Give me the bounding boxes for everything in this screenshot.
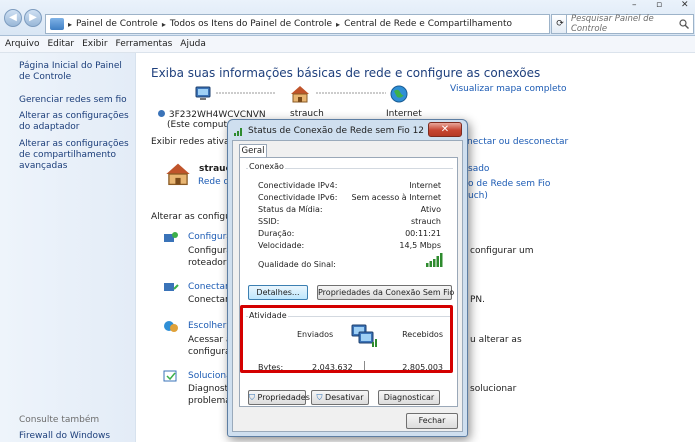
dialog-title: Status de Conexão de Rede sem Fio 12 — [248, 126, 425, 136]
network-house-icon — [166, 163, 190, 186]
address-field[interactable]: ▸ Painel de Controle ▸ Todos os Itens do… — [45, 14, 550, 34]
page-title: Exiba suas informações básicas de rede e… — [151, 66, 541, 80]
task-sharing-right: u alterar as — [470, 335, 522, 345]
disable-button[interactable]: ⛉ Desativar — [311, 390, 369, 405]
sidebar: Página Inicial do Painel de Controle Ger… — [0, 53, 136, 442]
wireless-connection-link[interactable]: o de Rede sem Fio — [468, 179, 550, 189]
internet-globe-icon — [390, 85, 408, 103]
properties-button[interactable]: ⛉ Propriedades — [248, 390, 310, 405]
ipv4-label: Conectividade IPv4: — [258, 181, 338, 190]
speed-label: Velocidade: — [258, 241, 305, 250]
dialog-body: Geral Conexão Conectividade IPv4: Intern… — [232, 140, 463, 432]
sidebar-link-firewall[interactable]: Firewall do Windows — [19, 431, 134, 442]
media-status-label: Status da Mídia: — [258, 205, 323, 214]
troubleshoot-icon — [163, 370, 177, 382]
menu-exibir[interactable]: Exibir — [82, 39, 107, 49]
menu-ferramentas[interactable]: Ferramentas — [116, 39, 173, 49]
ipv6-label: Conectividade IPv6: — [258, 193, 338, 202]
search-icon — [679, 19, 689, 29]
menu-bar: Arquivo Editar Exibir Ferramentas Ajuda — [0, 36, 695, 53]
active-networks-heading: Exibir redes ativas — [151, 137, 235, 147]
task-setup-right: configurar um — [470, 246, 534, 256]
ssid-fragment[interactable]: uch) — [468, 191, 488, 201]
activity-highlight-box — [240, 305, 453, 373]
dialog-title-bar: Status de Conexão de Rede sem Fio 12 — [234, 122, 424, 140]
maximize-icon[interactable]: ▫ — [656, 0, 662, 12]
menu-editar[interactable]: Editar — [47, 39, 74, 49]
network-label: strauch — [290, 109, 324, 119]
minimize-icon[interactable]: – — [632, 0, 637, 12]
search-input[interactable]: Pesquisar Painel de Controle — [571, 14, 679, 34]
back-button[interactable]: ◀ — [4, 9, 22, 27]
home-network-icon — [291, 86, 309, 103]
control-panel-icon — [50, 18, 64, 30]
shield-icon: ⛉ — [316, 393, 323, 402]
connection-line — [216, 92, 276, 94]
breadcrumb-central[interactable]: Central de Rede e Compartilhamento — [344, 19, 512, 29]
forward-button[interactable]: ▶ — [24, 9, 42, 27]
duration-value: 00:11:21 — [405, 229, 441, 238]
sidebar-link-wireless[interactable]: Gerenciar redes sem fio — [19, 95, 134, 106]
signal-quality-label: Qualidade do Sinal: — [258, 260, 336, 269]
task-connect-right: PN. — [470, 295, 486, 305]
speed-value: 14,5 Mbps — [399, 241, 441, 250]
connect-network-icon — [164, 283, 179, 291]
access-fragment[interactable]: sado — [468, 164, 489, 174]
internet-label: Internet — [386, 109, 422, 119]
menu-arquivo[interactable]: Arquivo — [5, 39, 39, 49]
menu-ajuda[interactable]: Ajuda — [180, 39, 206, 49]
task-setup-link[interactable]: Configura — [188, 232, 232, 242]
wireless-status-dialog: Status de Conexão de Rede sem Fio 12 ✕ G… — [227, 119, 468, 437]
diagnose-button[interactable]: Diagnosticar — [378, 390, 440, 405]
setup-connection-icon — [164, 232, 178, 242]
computer-icon — [195, 86, 211, 100]
address-bar: ◀ ▶ ▸ Painel de Controle ▸ Todos os Iten… — [0, 0, 695, 36]
close-window-icon[interactable]: ✕ — [681, 0, 689, 12]
tab-geral[interactable]: Geral — [239, 144, 267, 158]
sidebar-link-home[interactable]: Página Inicial do Painel de Controle — [19, 61, 134, 83]
user-computer-icon — [158, 110, 165, 117]
connection-line — [316, 92, 386, 94]
signal-strength-icon — [426, 253, 443, 267]
dialog-close-icon[interactable]: ✕ — [428, 122, 462, 137]
media-status-value: Ativo — [420, 205, 441, 214]
ssid-value: strauch — [410, 217, 441, 226]
connect-disconnect-link[interactable]: nectar ou desconectar — [467, 137, 568, 147]
sidebar-link-adapter[interactable]: Alterar as configurações do adaptador — [19, 111, 134, 133]
ipv6-value: Sem acesso à Internet — [351, 193, 441, 202]
homegroup-icon — [164, 321, 178, 332]
wireless-properties-button[interactable]: Propriedades da Conexão Sem Fio — [317, 285, 454, 300]
view-full-map-link[interactable]: Visualizar mapa completo — [450, 84, 567, 94]
signal-title-icon — [234, 128, 242, 136]
details-button[interactable]: Detalhes... — [248, 285, 308, 300]
duration-label: Duração: — [258, 229, 295, 238]
sidebar-link-sharing[interactable]: Alterar as configurações de compartilham… — [19, 139, 134, 172]
see-also-heading: Consulte também — [19, 415, 100, 425]
ipv4-value: Internet — [409, 181, 441, 190]
task-troubleshoot-right: solucionar — [470, 384, 517, 394]
ssid-label: SSID: — [258, 217, 280, 226]
connection-group-label: Conexão — [248, 162, 285, 171]
breadcrumb-painel[interactable]: Painel de Controle — [76, 19, 158, 29]
close-button[interactable]: Fechar — [406, 413, 458, 429]
search-box[interactable]: Pesquisar Painel de Controle — [566, 14, 694, 34]
shield-icon: ⛉ — [249, 393, 255, 402]
breadcrumb-todos[interactable]: Todos os Itens do Painel de Controle — [170, 19, 332, 29]
